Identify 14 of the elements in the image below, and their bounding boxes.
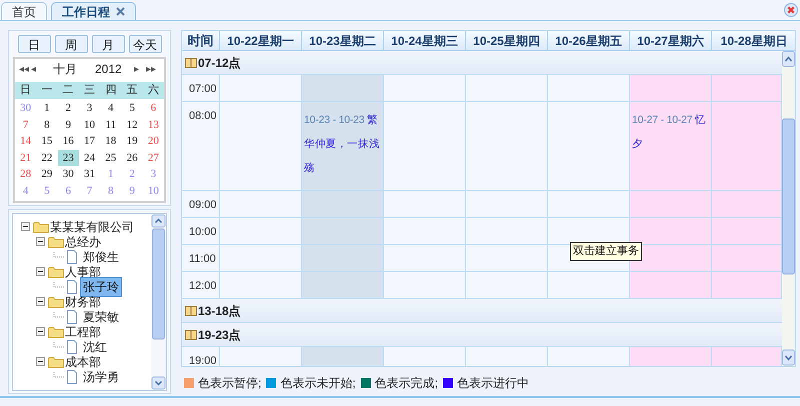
weekday-label: 六 [146,82,160,98]
weekday-label: 四 [104,83,118,98]
weekday-label: 五 [126,83,139,98]
legend-label: 色表示进行中 [457,375,530,392]
legend-label: 色表示暂停; [198,375,262,392]
weekday-label: 二 [62,83,75,98]
weekday-label: 三 [82,83,96,98]
month-label: 十月 [53,61,78,78]
legend-label: 色表示完成; [374,375,438,392]
year-label: 2012 [95,61,122,78]
tooltip: 双击建立事务 [570,242,642,260]
legend-label: 色表示未开始; [280,375,356,392]
weekday-label: 日 [19,83,32,98]
weekday-label: 一 [40,83,54,98]
